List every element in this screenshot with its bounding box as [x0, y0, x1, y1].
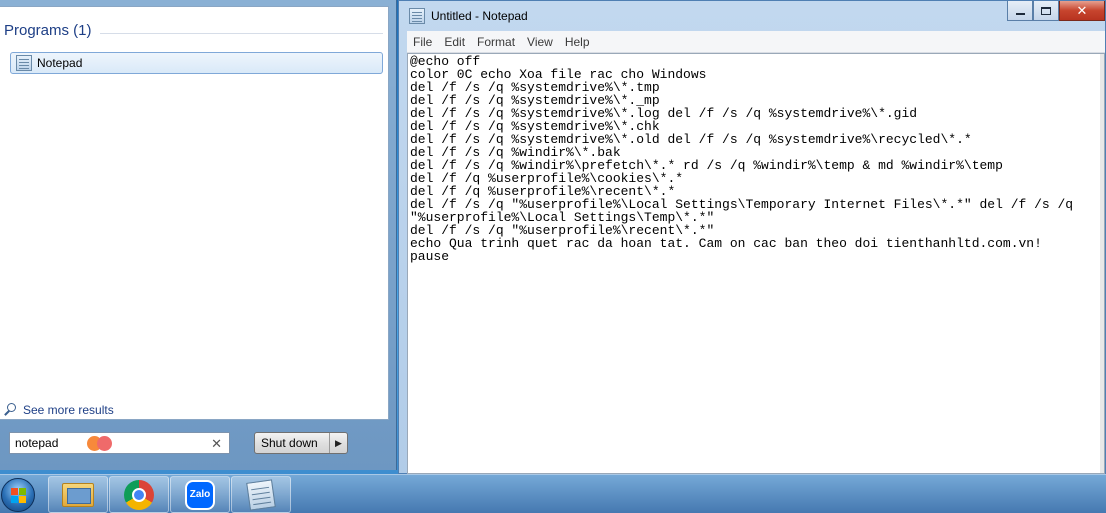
programs-header: Programs (1) — [4, 22, 92, 39]
minimize-icon — [1015, 12, 1025, 15]
window-title: Untitled - Notepad — [431, 9, 528, 23]
taskbar-notepad-button[interactable] — [231, 476, 291, 513]
taskbar: Zalo — [0, 474, 1106, 513]
chrome-icon — [124, 479, 154, 510]
shutdown-button-group: Shut down ▶ — [254, 432, 348, 454]
shutdown-button[interactable]: Shut down — [255, 436, 329, 450]
notepad-edit-area: @echo off color 0C echo Xoa file rac cho… — [407, 53, 1105, 474]
close-icon: ✕ — [1076, 2, 1088, 18]
folder-icon — [62, 482, 94, 507]
menu-edit[interactable]: Edit — [438, 35, 471, 49]
taskbar-zalo-button[interactable]: Zalo — [170, 476, 230, 513]
close-button[interactable]: ✕ — [1059, 1, 1105, 21]
taskbar-explorer-button[interactable] — [48, 476, 108, 513]
start-button[interactable] — [0, 475, 36, 513]
menu-view[interactable]: View — [521, 35, 559, 49]
program-item-notepad[interactable]: Notepad — [10, 52, 383, 74]
notepad-menubar: File Edit Format View Help — [407, 31, 1105, 53]
taskbar-chrome-button[interactable] — [109, 476, 169, 513]
program-item-label: Notepad — [37, 56, 83, 70]
start-menu-results-pane: Programs (1) Notepad See more results — [0, 6, 389, 420]
notepad-icon — [246, 478, 276, 511]
notepad-text-area[interactable]: @echo off color 0C echo Xoa file rac cho… — [410, 55, 1096, 472]
start-search-box[interactable]: ✕ — [9, 432, 230, 454]
window-controls: ✕ — [1007, 1, 1105, 21]
shutdown-options-arrow-icon[interactable]: ▶ — [329, 433, 347, 453]
windows-logo-icon — [1, 477, 35, 512]
notepad-window: Untitled - Notepad ✕ File Edit Format Vi… — [398, 0, 1106, 474]
maximize-button[interactable] — [1033, 1, 1059, 21]
notepad-icon — [409, 8, 425, 24]
see-more-results-label: See more results — [23, 403, 114, 417]
search-icon — [4, 403, 18, 417]
menu-format[interactable]: Format — [471, 35, 521, 49]
notepad-titlebar[interactable]: Untitled - Notepad ✕ — [399, 1, 1105, 31]
clear-search-icon[interactable]: ✕ — [211, 436, 222, 452]
zalo-icon: Zalo — [185, 479, 215, 510]
see-more-results-link[interactable]: See more results — [4, 403, 114, 417]
start-menu: Programs (1) Notepad See more results ✕ … — [0, 0, 397, 470]
menu-help[interactable]: Help — [559, 35, 596, 49]
vertical-scrollbar[interactable] — [1100, 54, 1104, 473]
start-search-input[interactable] — [15, 436, 85, 450]
input-method-icon-secondary — [97, 435, 112, 451]
notepad-icon — [16, 55, 32, 71]
minimize-button[interactable] — [1007, 1, 1033, 21]
programs-divider — [100, 33, 383, 34]
maximize-icon — [1041, 6, 1051, 15]
menu-file[interactable]: File — [407, 35, 438, 49]
